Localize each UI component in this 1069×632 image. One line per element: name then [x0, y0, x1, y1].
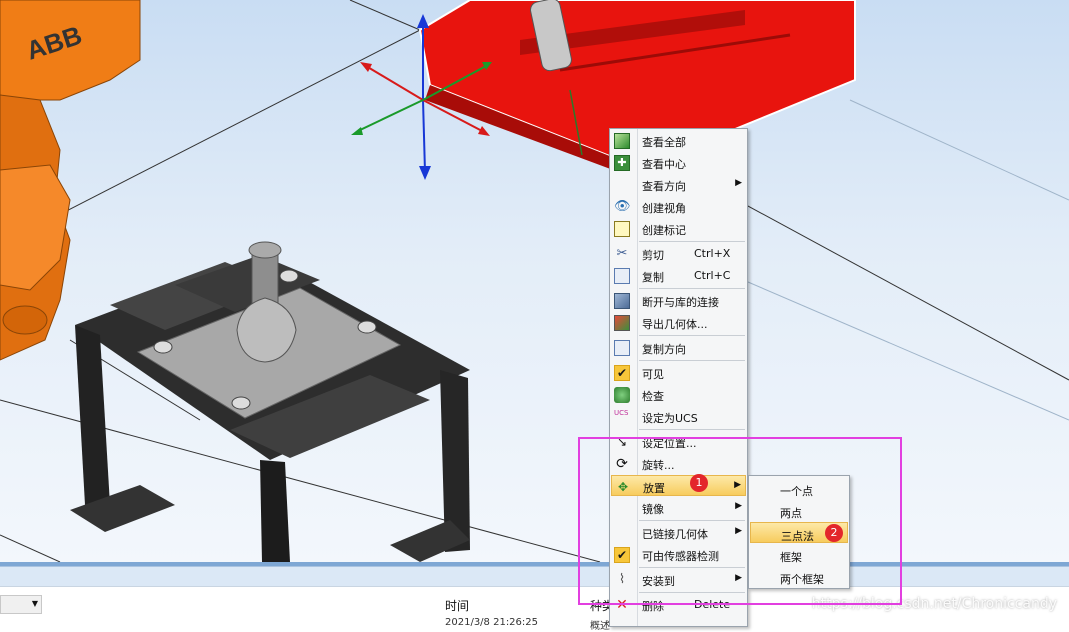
panel-splitter[interactable]: [0, 566, 1069, 587]
menu-item-disconnect-library[interactable]: 断开与库的连接: [611, 290, 746, 311]
worktable[interactable]: [70, 241, 470, 562]
annotation-highlight-box: [578, 437, 902, 605]
menu-item-create-marker[interactable]: 创建标记: [611, 218, 746, 239]
menu-item-cut[interactable]: ✂ 剪切 Ctrl+X: [611, 243, 746, 264]
ucs-icon: UCS: [614, 409, 629, 417]
menu-item-set-ucs[interactable]: UCS 设定为UCS: [611, 406, 746, 427]
menu-item-shortcut: Ctrl+C: [694, 269, 731, 282]
menu-item-visible[interactable]: ✔ 可见: [611, 362, 746, 383]
inspect-icon: [614, 387, 630, 403]
menu-item-label: 查看中心: [642, 158, 686, 171]
menu-separator: [639, 335, 745, 336]
create-viewpoint-icon: 👁: [614, 199, 631, 214]
menu-item-inspect[interactable]: 检查: [611, 384, 746, 405]
menu-item-label: 复制方向: [642, 343, 686, 356]
copy-icon: [614, 268, 630, 284]
checkmark-icon: ✔: [614, 365, 630, 381]
menu-separator: [639, 288, 745, 289]
menu-separator: [639, 241, 745, 242]
menu-item-label: 创建视角: [642, 202, 686, 215]
chevron-down-icon: ▼: [31, 599, 38, 608]
view-all-icon: [614, 133, 630, 149]
menu-item-label: 创建标记: [642, 224, 686, 237]
menu-item-label: 剪切: [642, 249, 664, 262]
menu-item-label: 查看方向: [642, 180, 686, 193]
create-marker-icon: [614, 221, 630, 237]
copy-orientation-icon: [614, 340, 630, 356]
export-geometry-icon: [614, 315, 630, 331]
menu-item-label: 设定为UCS: [642, 412, 698, 425]
menu-item-label: 复制: [642, 271, 664, 284]
view-center-icon: ✚: [614, 155, 630, 171]
cut-icon: ✂: [616, 246, 628, 261]
step-badge-1: 1: [690, 474, 708, 492]
filter-combo[interactable]: ▼: [0, 595, 42, 614]
menu-item-label: 查看全部: [642, 136, 686, 149]
scene-graphics: ABB: [0, 0, 1069, 562]
menu-separator: [639, 360, 745, 361]
step-badge-2: 2: [825, 524, 843, 542]
disconnect-library-icon: [614, 293, 630, 309]
menu-item-copy[interactable]: 复制 Ctrl+C: [611, 265, 746, 286]
menu-item-shortcut: Ctrl+X: [694, 247, 731, 260]
menu-item-label: 可见: [642, 368, 664, 381]
3d-viewport[interactable]: ABB: [0, 0, 1069, 562]
menu-item-create-viewpoint[interactable]: 👁 创建视角: [611, 196, 746, 217]
menu-item-view-orientation[interactable]: 查看方向 ▶: [611, 174, 746, 195]
menu-item-label: 断开与库的连接: [642, 296, 719, 309]
submenu-arrow-icon: ▶: [735, 178, 742, 188]
column-time-header[interactable]: 时间: [445, 597, 469, 614]
menu-separator: [639, 429, 745, 430]
menu-item-label: 检查: [642, 390, 664, 403]
menu-item-export-geometry[interactable]: 导出几何体...: [611, 312, 746, 333]
menu-item-copy-orientation[interactable]: 复制方向: [611, 337, 746, 358]
menu-item-label: 导出几何体...: [642, 318, 708, 331]
menu-item-view-all[interactable]: 查看全部: [611, 130, 746, 151]
row-time-cell: 2021/3/8 21:26:25: [445, 617, 539, 628]
menu-item-view-center[interactable]: ✚ 查看中心: [611, 152, 746, 173]
